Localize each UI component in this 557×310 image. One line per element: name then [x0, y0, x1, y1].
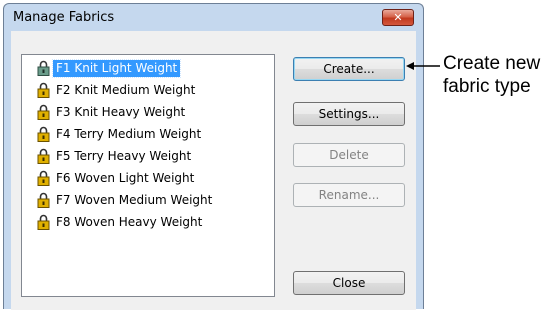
- fabric-label: F1 Knit Light Weight: [51, 58, 182, 78]
- fabric-item-f8[interactable]: F8 Woven Heavy Weight: [37, 213, 205, 231]
- close-window-button[interactable]: ✕: [382, 9, 414, 26]
- annotation-line: Create new: [443, 53, 541, 74]
- title-bar[interactable]: Manage Fabrics ✕: [4, 4, 423, 30]
- fabric-label: F8 Woven Heavy Weight: [56, 214, 203, 229]
- close-icon: ✕: [393, 11, 403, 24]
- create-button[interactable]: Create...: [293, 57, 405, 81]
- fabric-item-f7[interactable]: F7 Woven Medium Weight: [37, 191, 215, 209]
- delete-button[interactable]: Delete: [293, 143, 405, 167]
- dialog-title: Manage Fabrics: [13, 10, 115, 25]
- fabric-item-f1[interactable]: F1 Knit Light Weight: [37, 58, 182, 78]
- settings-button[interactable]: Settings...: [293, 102, 405, 126]
- fabric-item-f2[interactable]: F2 Knit Medium Weight: [37, 81, 198, 99]
- callout-annotation: Create new fabric type: [443, 52, 540, 98]
- fabric-label: F7 Woven Medium Weight: [56, 192, 213, 207]
- rename-button[interactable]: Rename...: [293, 183, 405, 207]
- lock-icon: [37, 104, 50, 120]
- fabric-label: F5 Terry Heavy Weight: [56, 148, 192, 163]
- fabric-item-f6[interactable]: F6 Woven Light Weight: [37, 169, 197, 187]
- callout-arrow: [406, 62, 440, 70]
- fabric-item-f4[interactable]: F4 Terry Medium Weight: [37, 125, 204, 143]
- fabric-label: F4 Terry Medium Weight: [56, 126, 202, 141]
- lock-icon: [37, 170, 50, 186]
- lock-icon: [37, 148, 50, 164]
- fabric-label: F2 Knit Medium Weight: [56, 82, 196, 97]
- fabric-list[interactable]: F1 Knit Light Weight F2 Knit Medium Weig…: [21, 54, 275, 297]
- fabric-label: F3 Knit Heavy Weight: [56, 104, 186, 119]
- lock-icon: [37, 126, 50, 142]
- fabric-label: F6 Woven Light Weight: [56, 170, 195, 185]
- lock-icon: [37, 82, 50, 98]
- close-button[interactable]: Close: [293, 271, 405, 295]
- annotation-line: fabric type: [443, 76, 531, 97]
- lock-icon: [37, 60, 50, 76]
- fabric-item-f3[interactable]: F3 Knit Heavy Weight: [37, 103, 188, 121]
- lock-icon: [37, 192, 50, 208]
- fabric-item-f5[interactable]: F5 Terry Heavy Weight: [37, 147, 194, 165]
- lock-icon: [37, 214, 50, 230]
